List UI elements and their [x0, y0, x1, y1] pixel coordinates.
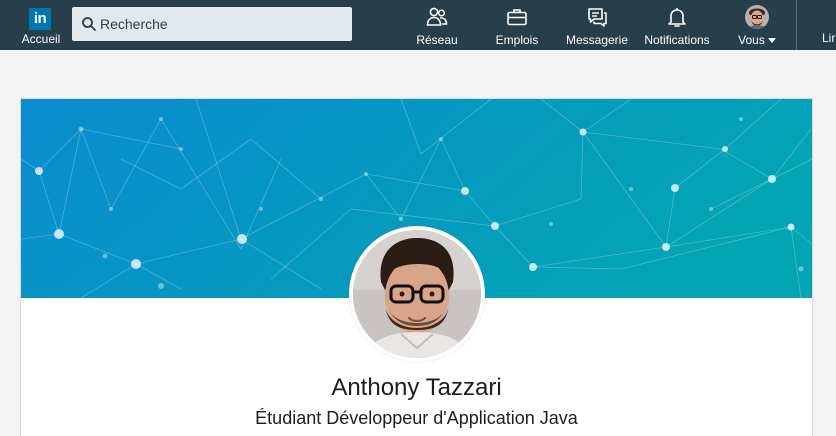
linkedin-logo-icon: in	[29, 8, 51, 30]
home-label: Accueil	[21, 32, 61, 46]
nav-jobs-label: Emplois	[495, 33, 539, 47]
nav-jobs[interactable]: Emplois	[490, 5, 544, 47]
nav-network-label: Réseau	[416, 33, 458, 47]
profile-name: Anthony Tazzari	[331, 374, 502, 401]
nav-me-label-wrap: Vous	[732, 33, 782, 47]
search-icon	[82, 17, 96, 31]
nav-network[interactable]: Réseau	[412, 5, 462, 47]
nav-divider	[796, 0, 797, 50]
briefcase-icon	[507, 9, 527, 26]
nav-me[interactable]: Vous	[732, 5, 782, 47]
nav-cut-label[interactable]: Lir	[822, 31, 835, 45]
nav-messaging[interactable]: Messagerie	[562, 5, 632, 47]
network-icon	[426, 7, 448, 26]
search-input[interactable]	[100, 7, 346, 41]
profile-photo[interactable]	[349, 226, 485, 362]
messaging-icon	[588, 8, 607, 27]
profile-card: Anthony Tazzari Étudiant Développeur d'A…	[20, 98, 813, 436]
avatar	[745, 5, 769, 29]
nav-notifications-label: Notifications	[644, 33, 710, 47]
bell-icon	[668, 8, 686, 27]
profile-headline: Étudiant Développeur d'Application Java	[255, 408, 578, 428]
chevron-down-icon	[767, 38, 776, 44]
search-box[interactable]	[72, 7, 352, 41]
nav-notifications[interactable]: Notifications	[638, 5, 716, 47]
home-nav-item[interactable]: in Accueil	[16, 5, 66, 47]
nav-messaging-label: Messagerie	[565, 33, 629, 47]
nav-me-label: Vous	[738, 33, 765, 47]
top-navigation-bar: in Accueil Réseau Emplois	[0, 0, 836, 50]
